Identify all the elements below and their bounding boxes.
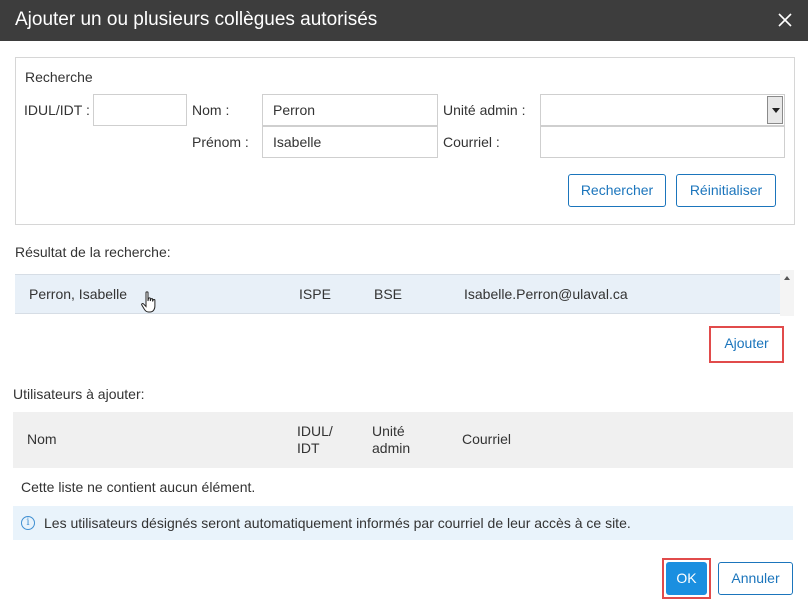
idul-label: IDUL/IDT :: [24, 102, 90, 118]
search-button[interactable]: Rechercher: [568, 174, 666, 207]
results-title: Résultat de la recherche:: [15, 244, 171, 260]
dialog-title: Ajouter un ou plusieurs collègues autori…: [15, 9, 378, 30]
result-row[interactable]: Perron, Isabelle ISPE BSE Isabelle.Perro…: [15, 274, 780, 314]
hand-cursor-icon: [141, 291, 156, 313]
result-unite: BSE: [374, 286, 403, 302]
unite-admin-select[interactable]: [540, 94, 785, 126]
results-scrollbar[interactable]: [780, 270, 794, 316]
prenom-label: Prénom :: [192, 134, 249, 150]
nom-label: Nom :: [192, 102, 230, 118]
col-unite-2[interactable]: admin: [372, 440, 410, 457]
col-unite-1[interactable]: Unité: [372, 423, 405, 440]
prenom-input[interactable]: Isabelle: [262, 126, 438, 158]
chevron-down-icon[interactable]: [767, 96, 783, 124]
add-button[interactable]: Ajouter: [713, 330, 780, 359]
info-text: Les utilisateurs désignés seront automat…: [44, 515, 631, 531]
result-name: Perron, Isabelle: [29, 286, 128, 302]
result-email: Isabelle.Perron@ulaval.ca: [464, 286, 628, 302]
users-table-header: Nom IDUL/ IDT Unité admin Courriel: [13, 412, 793, 468]
reset-button[interactable]: Réinitialiser: [676, 174, 776, 207]
courriel-label: Courriel :: [443, 134, 500, 150]
ok-button[interactable]: OK: [666, 562, 707, 595]
unite-admin-label: Unité admin :: [443, 102, 526, 118]
col-courriel[interactable]: Courriel: [462, 431, 511, 448]
info-icon: i: [21, 516, 35, 530]
dialog-title-bar: Ajouter un ou plusieurs collègues autori…: [0, 0, 808, 41]
col-idul-2[interactable]: IDT: [297, 440, 320, 457]
nom-input[interactable]: Perron: [262, 94, 438, 126]
search-legend: Recherche: [25, 69, 93, 85]
courriel-input[interactable]: [540, 126, 785, 158]
users-to-add-title: Utilisateurs à ajouter:: [13, 386, 145, 402]
col-idul-1[interactable]: IDUL/: [297, 423, 333, 440]
close-icon[interactable]: [776, 11, 794, 29]
result-idul: ISPE: [299, 286, 331, 302]
info-banner: i Les utilisateurs désignés seront autom…: [13, 506, 793, 540]
cancel-button[interactable]: Annuler: [718, 562, 793, 595]
idul-input[interactable]: [93, 94, 187, 126]
empty-list-text: Cette liste ne contient aucun élément.: [21, 479, 256, 495]
col-nom[interactable]: Nom: [27, 431, 57, 448]
